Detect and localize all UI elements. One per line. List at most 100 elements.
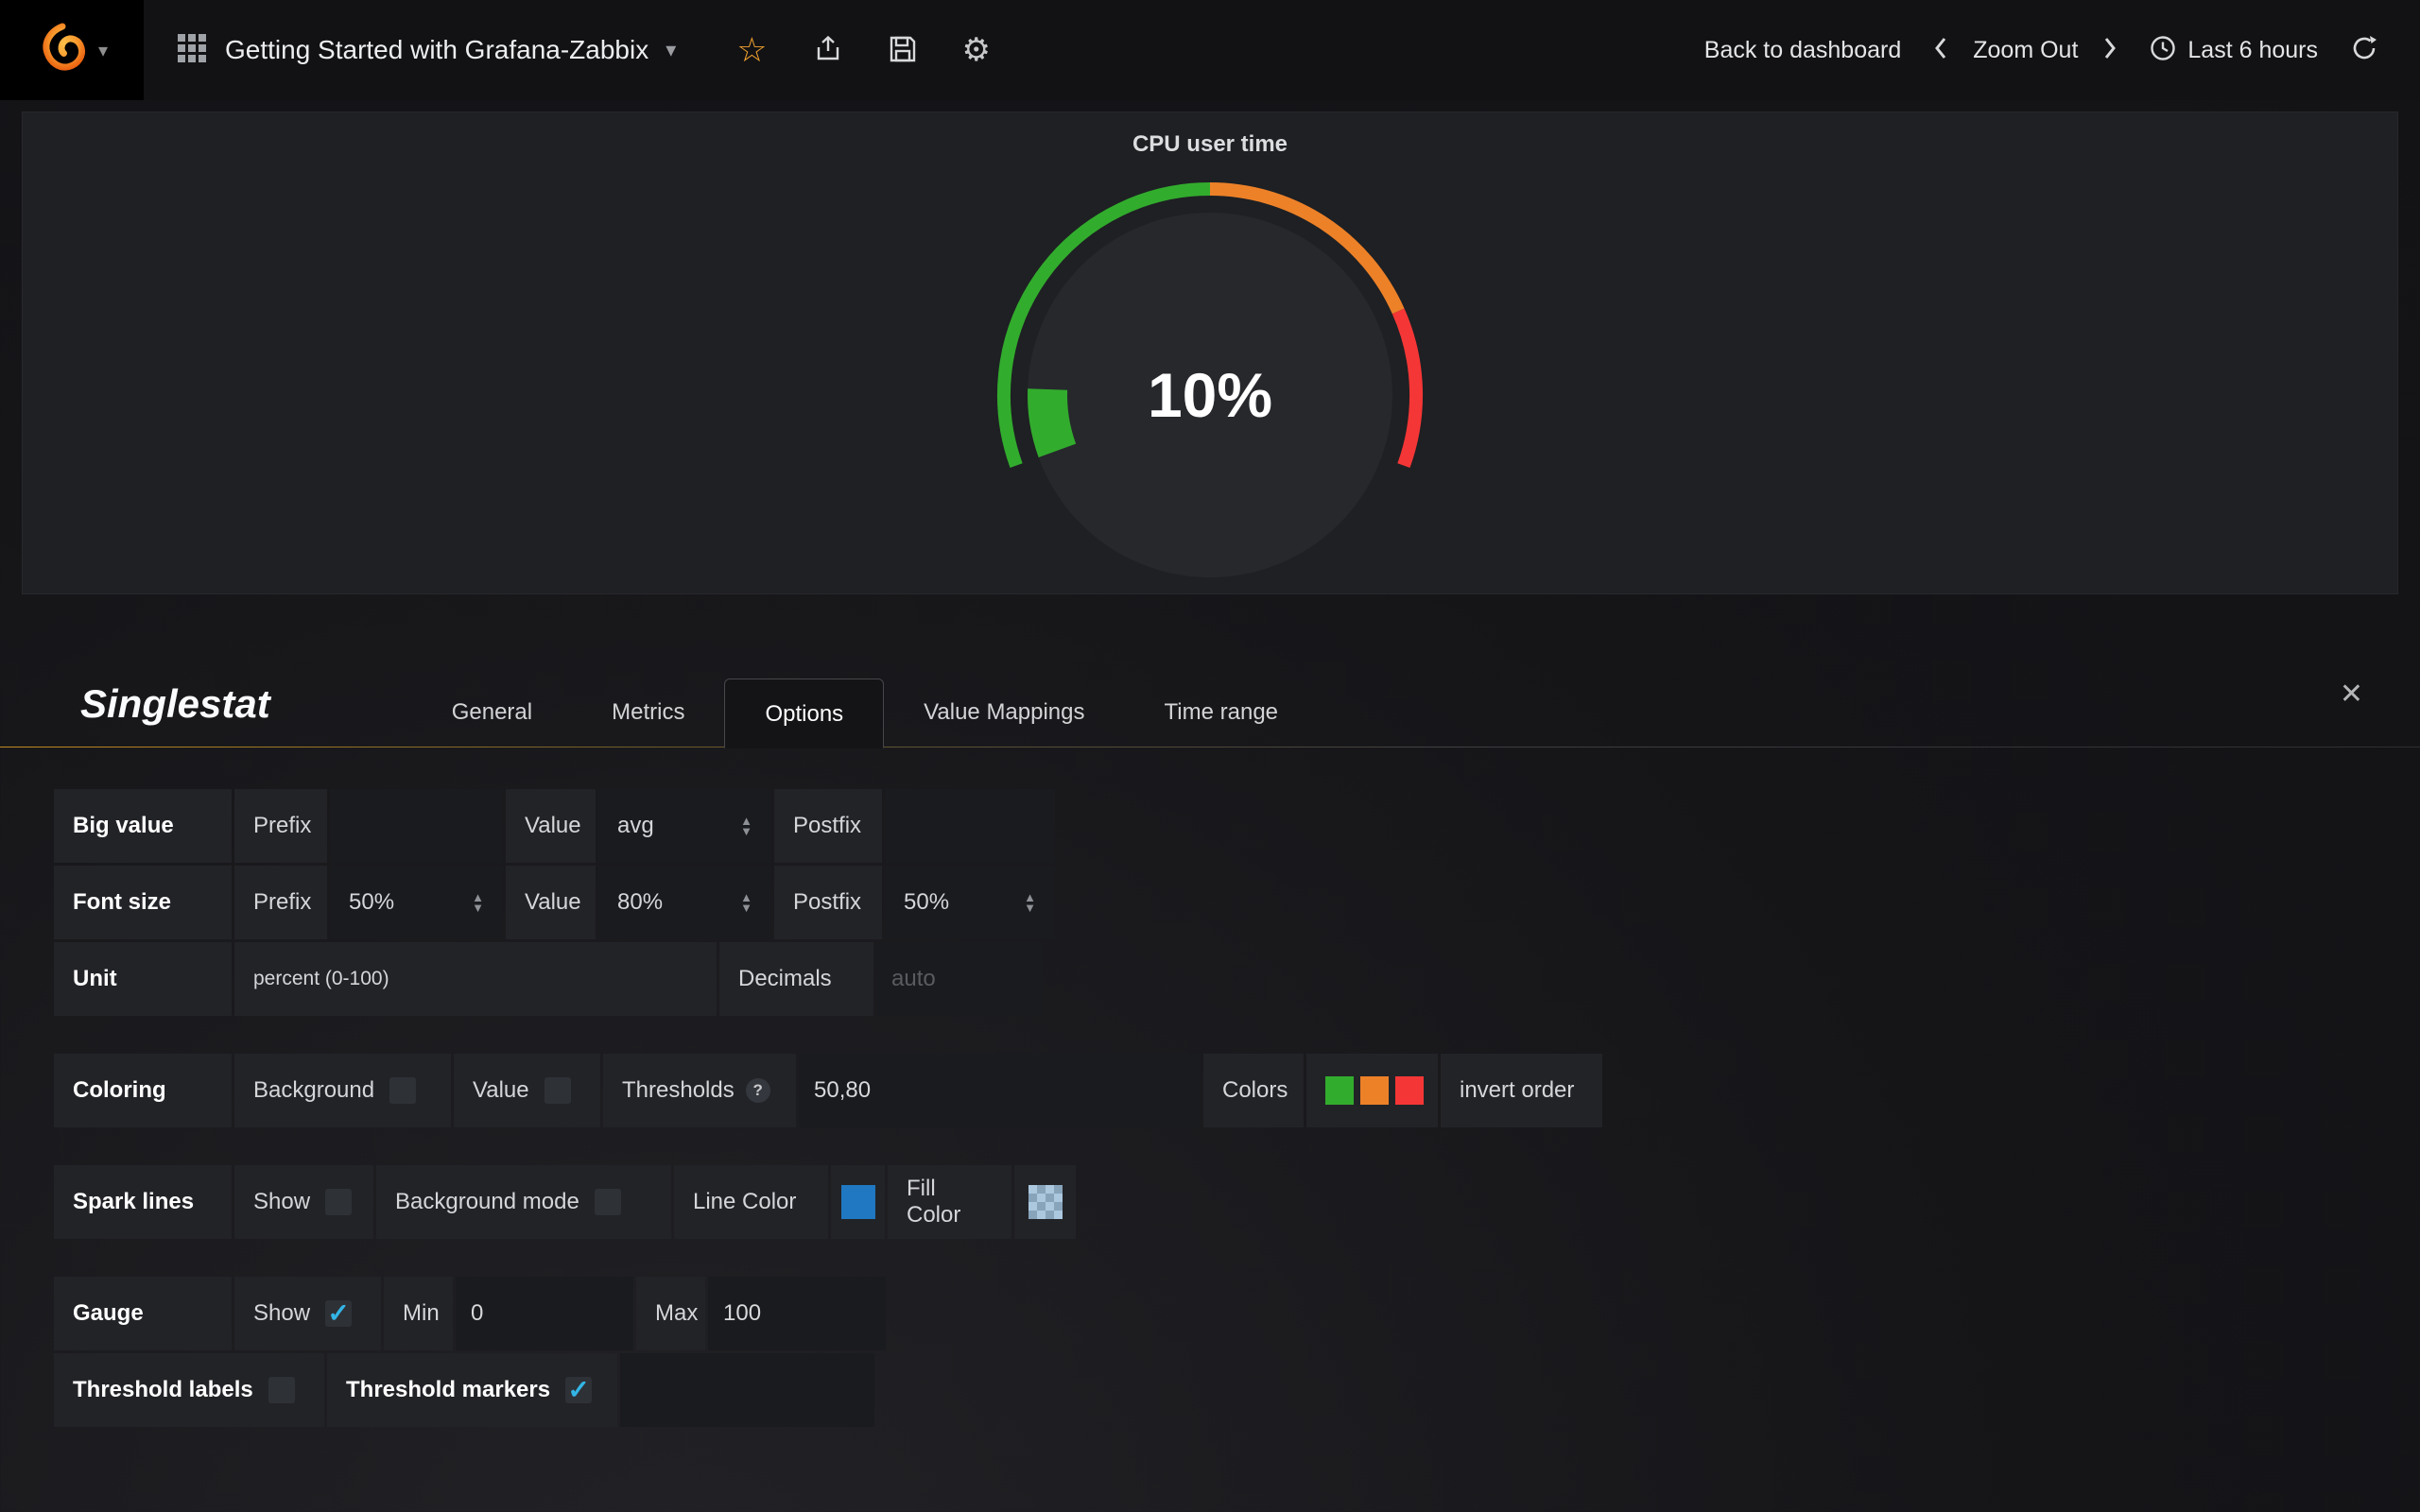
panel-title[interactable]: CPU user time (23, 131, 2397, 158)
help-icon[interactable]: ? (746, 1078, 770, 1103)
zoom-out-button[interactable]: Zoom Out (1973, 37, 2078, 64)
prefix-fontsize-value: 50% (349, 889, 394, 916)
fill-color-cell (1014, 1165, 1076, 1239)
background-mode-label: Background mode (395, 1189, 579, 1215)
star-icon: ☆ (736, 33, 767, 67)
decimals-label: Decimals (719, 942, 873, 1016)
threshold-color-1-swatch[interactable] (1325, 1076, 1354, 1105)
thresholds-input[interactable] (814, 1077, 1185, 1104)
thresholds-cell: Thresholds ? (603, 1054, 796, 1127)
refresh-button[interactable] (2350, 34, 2378, 67)
gauge-max-input[interactable] (723, 1300, 871, 1327)
prefix-input-cell (330, 789, 503, 863)
back-to-dashboard-link[interactable]: Back to dashboard (1704, 37, 1901, 64)
postfix-fontsize-value: 50% (904, 889, 949, 916)
unit-select[interactable]: percent (0-100) (234, 942, 717, 1016)
tab-time-range[interactable]: Time range (1125, 678, 1319, 747)
font-size-label: Font size (54, 866, 232, 939)
coloring-value-checkbox[interactable] (544, 1077, 571, 1104)
star-button[interactable]: ☆ (736, 33, 767, 67)
value-label: Value (473, 1077, 529, 1104)
dashboard-picker[interactable]: Getting Started with Grafana-Zabbix ▾ (144, 0, 708, 100)
unit-label: Unit (54, 942, 232, 1016)
zoom-controls: Zoom Out (1933, 35, 2118, 66)
navbar-right: Back to dashboard Zoom Out Last 6 hours (1704, 34, 2420, 67)
unit-row: Unit percent (0-100) Decimals (54, 942, 2420, 1016)
select-arrows-icon: ▲▼ (740, 892, 752, 913)
fill-color-swatch[interactable] (1028, 1185, 1063, 1219)
editor-header: Singlestat General Metrics Options Value… (0, 649, 2420, 747)
big-value-stat-value: avg (617, 813, 654, 839)
logo-chevron-down-icon: ▾ (98, 39, 108, 62)
tab-options[interactable]: Options (724, 679, 884, 748)
gauge-value: 10% (955, 352, 1465, 438)
font-size-row: Font size Prefix 50% ▲▼ Value 80% ▲▼ Pos… (54, 866, 2420, 939)
grafana-logo[interactable]: ▾ (0, 0, 144, 100)
gauge-show-checkbox[interactable] (325, 1300, 352, 1327)
background-mode-checkbox[interactable] (595, 1189, 621, 1215)
tab-value-mappings[interactable]: Value Mappings (884, 678, 1124, 747)
coloring-background-cell: Background (234, 1054, 451, 1127)
select-arrows-icon: ▲▼ (740, 816, 752, 836)
prefix-label: Prefix (234, 866, 327, 939)
tab-general[interactable]: General (412, 678, 572, 747)
prefix-fontsize-select[interactable]: 50% ▲▼ (330, 866, 503, 939)
select-arrows-icon: ▲▼ (1024, 892, 1036, 913)
big-value-postfix-input[interactable] (900, 813, 1040, 839)
chevron-right-icon[interactable] (2102, 35, 2118, 66)
share-button[interactable] (813, 34, 843, 67)
colors-label: Colors (1203, 1054, 1304, 1127)
threshold-color-2-swatch[interactable] (1360, 1076, 1389, 1105)
show-label: Show (253, 1189, 310, 1215)
coloring-label: Coloring (54, 1054, 232, 1127)
thresholds-input-cell (799, 1054, 1201, 1127)
postfix-fontsize-select[interactable]: 50% ▲▼ (885, 866, 1055, 939)
fill-color-overlay (1028, 1185, 1063, 1219)
sparkline-show-cell: Show (234, 1165, 373, 1239)
coloring-value-cell: Value (454, 1054, 600, 1127)
sparkline-show-checkbox[interactable] (325, 1189, 352, 1215)
time-range-picker[interactable]: Last 6 hours (2150, 35, 2318, 66)
fill-color-label: Fill Color (888, 1165, 1011, 1239)
close-editor-button[interactable]: ✕ (2340, 678, 2363, 720)
postfix-input-cell (885, 789, 1055, 863)
threshold-labels-checkbox[interactable] (268, 1377, 295, 1403)
threshold-color-3-swatch[interactable] (1395, 1076, 1424, 1105)
gauge-show-cell: Show (234, 1277, 381, 1350)
big-value-stat-select[interactable]: avg ▲▼ (598, 789, 771, 863)
navbar: ▾ Getting Started with Grafana-Zabbix ▾ … (0, 0, 2420, 100)
save-button[interactable] (889, 35, 917, 66)
coloring-background-checkbox[interactable] (389, 1077, 416, 1104)
big-value-prefix-input[interactable] (345, 813, 488, 839)
gauge-min-input[interactable] (471, 1300, 618, 1327)
navbar-actions: ☆ ⚙ (736, 33, 991, 67)
value-fontsize-select[interactable]: 80% ▲▼ (598, 866, 771, 939)
postfix-label: Postfix (774, 866, 882, 939)
prefix-label: Prefix (234, 789, 327, 863)
background-mode-cell: Background mode (376, 1165, 671, 1239)
threshold-markers-checkbox[interactable] (565, 1377, 592, 1403)
max-input-cell (708, 1277, 886, 1350)
clock-icon (2150, 35, 2176, 66)
panel-type-title: Singlestat (80, 681, 270, 747)
max-label: Max (636, 1277, 705, 1350)
gear-icon: ⚙ (962, 34, 991, 66)
spark-lines-label: Spark lines (54, 1165, 232, 1239)
threshold-labels-label: Threshold labels (73, 1377, 253, 1403)
decimals-input[interactable] (891, 966, 1027, 992)
chevron-left-icon[interactable] (1933, 35, 1948, 66)
invert-order-button[interactable]: invert order (1441, 1054, 1602, 1127)
value-label: Value (506, 789, 596, 863)
line-color-swatch[interactable] (841, 1185, 875, 1219)
spark-lines-row: Spark lines Show Background mode Line Co… (54, 1165, 2420, 1239)
gauge: 10% (955, 163, 1465, 603)
big-value-row: Big value Prefix Value avg ▲▼ Postfix (54, 789, 2420, 863)
settings-button[interactable]: ⚙ (962, 34, 991, 66)
spacer-cell (620, 1353, 874, 1427)
color-swatches-cell (1306, 1054, 1438, 1127)
decimals-input-cell (876, 942, 1042, 1016)
thresholds-label: Thresholds (622, 1077, 735, 1104)
tab-metrics[interactable]: Metrics (572, 678, 724, 747)
save-icon (889, 35, 917, 66)
threshold-markers-label: Threshold markers (346, 1377, 550, 1403)
